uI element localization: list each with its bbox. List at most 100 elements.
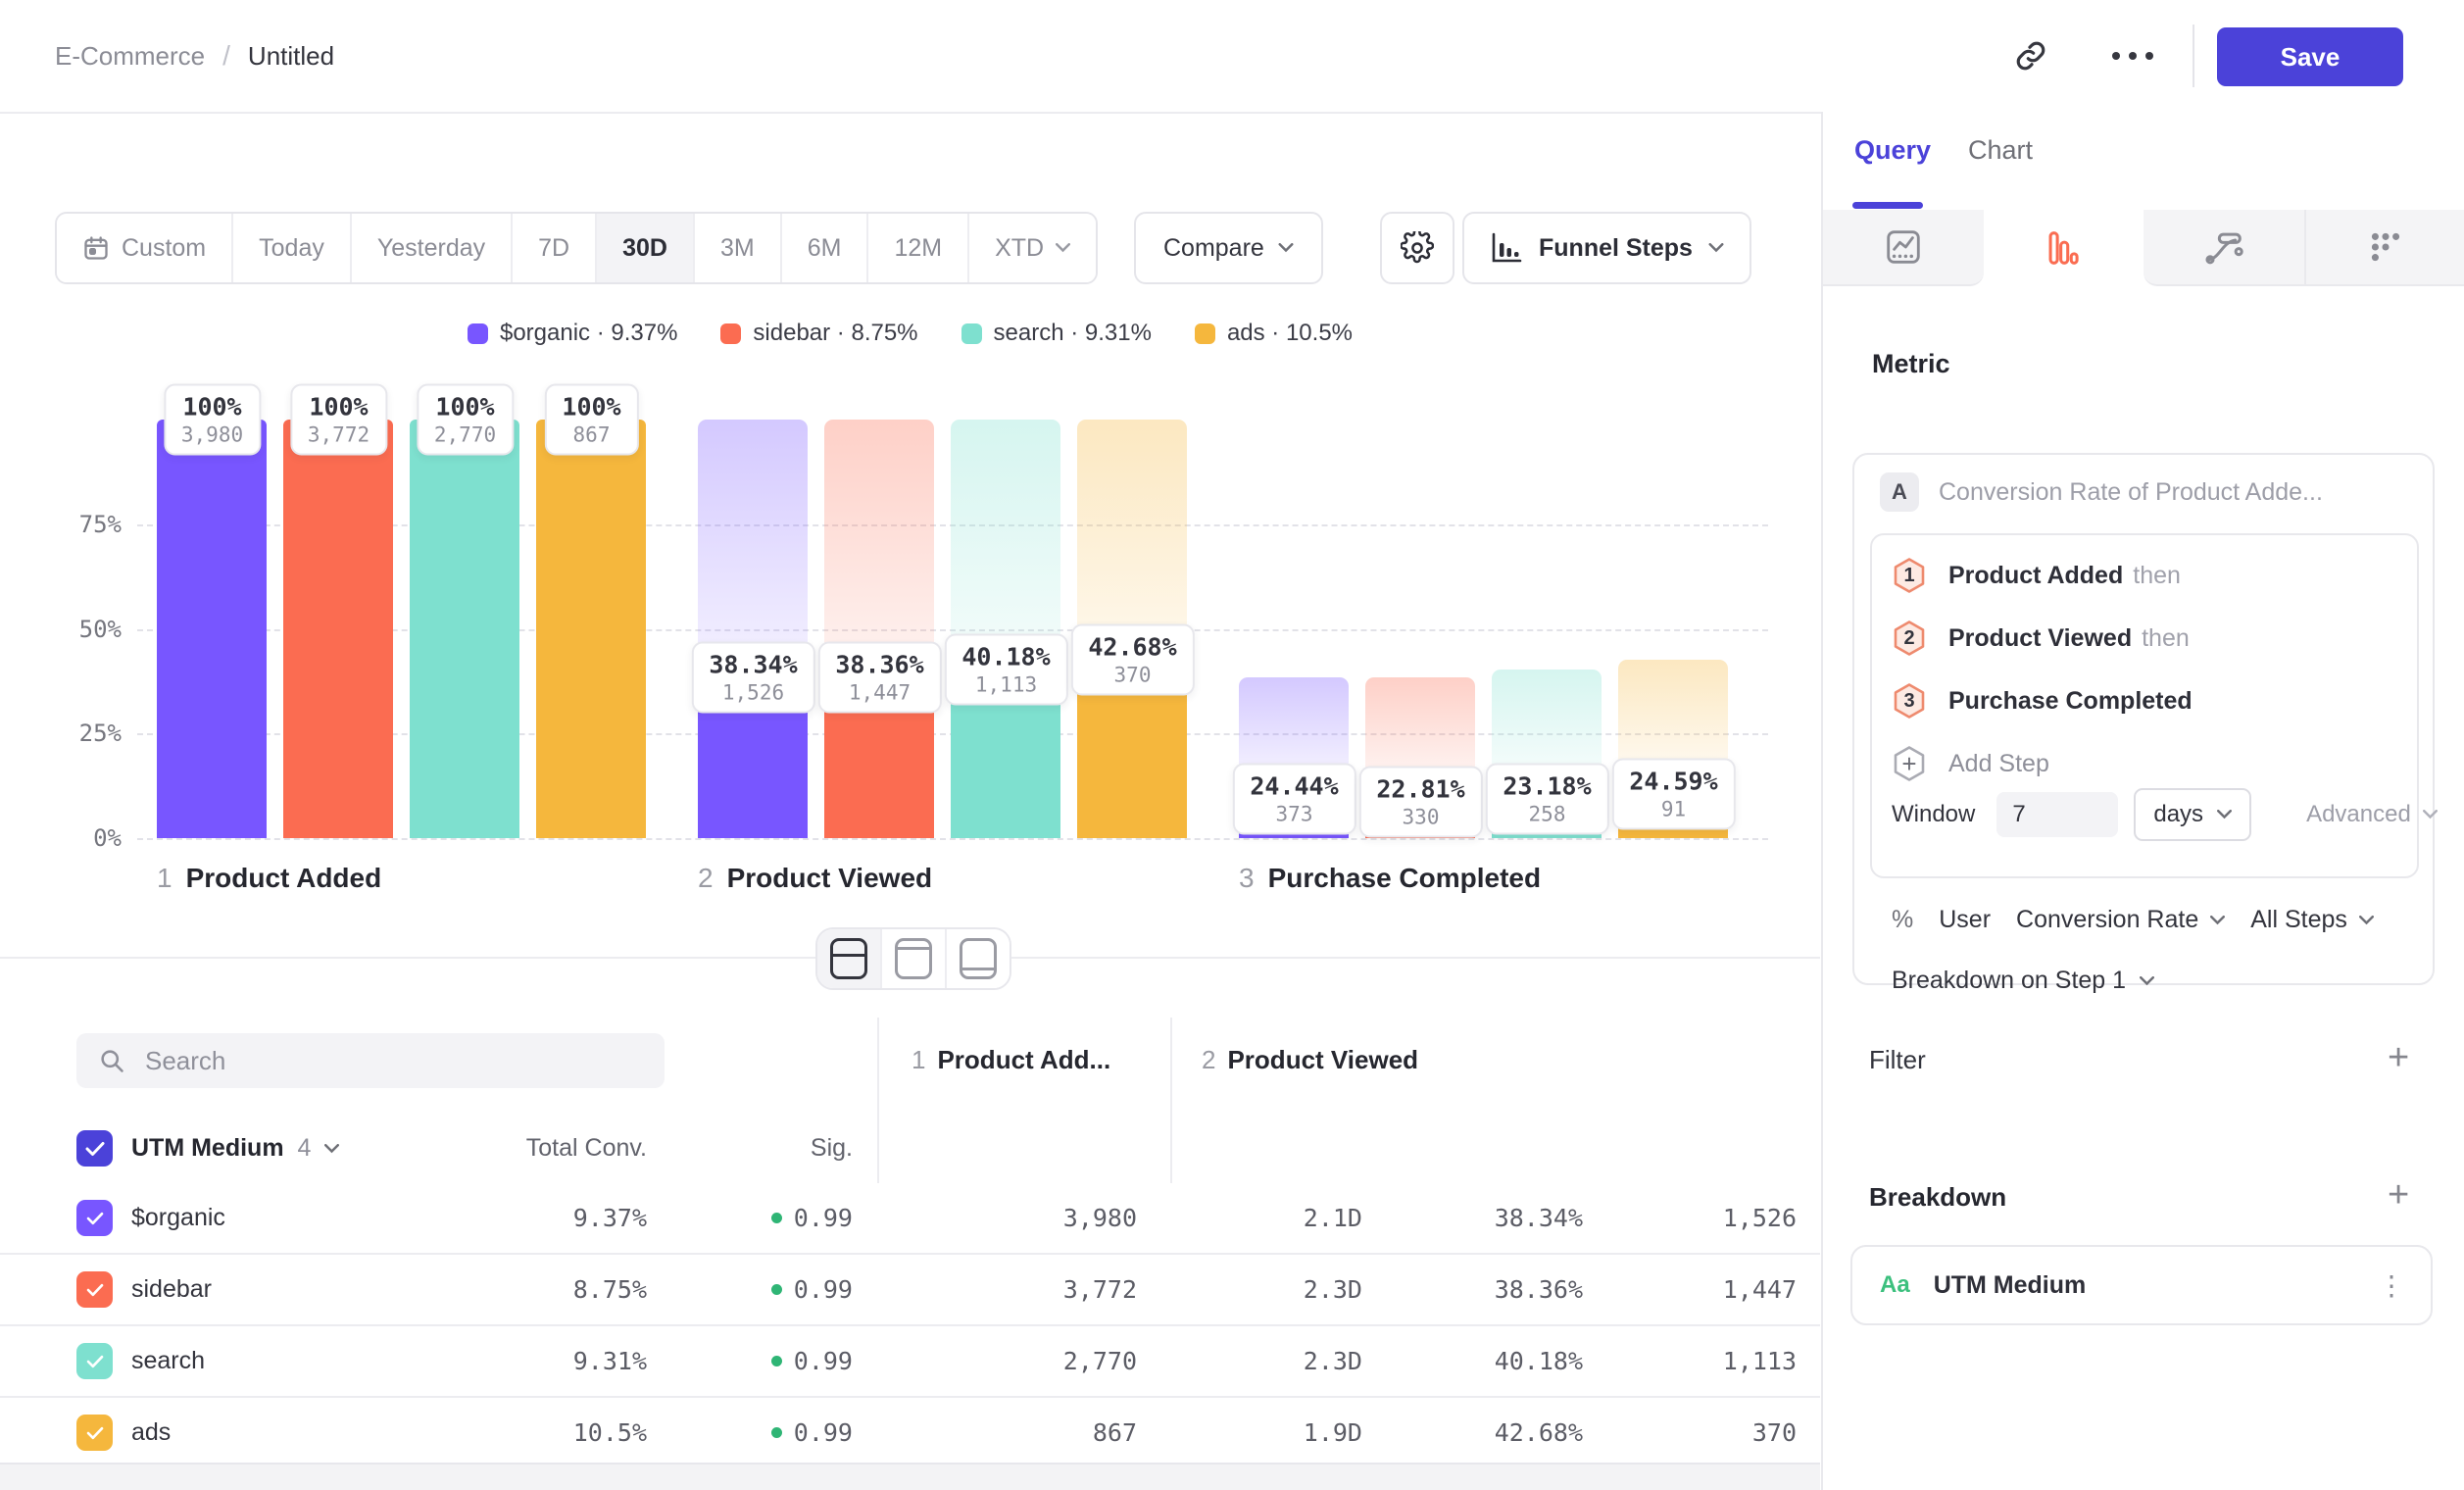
legend-item[interactable]: sidebar · 8.75% bbox=[720, 320, 917, 347]
funnel-bar-sidebar[interactable] bbox=[283, 420, 393, 838]
funnel-bar-ads[interactable] bbox=[536, 420, 646, 838]
row-step-value: 42.68% bbox=[1495, 1398, 1583, 1467]
panel-bottom-button[interactable] bbox=[947, 929, 1010, 988]
funnel-bar-search[interactable] bbox=[410, 420, 519, 838]
measure-prefix[interactable]: % bbox=[1892, 906, 1913, 934]
metric-title-row[interactable]: A Conversion Rate of Product Adde... bbox=[1880, 472, 2323, 512]
total-conv-column-header[interactable]: Total Conv. bbox=[526, 1114, 647, 1183]
breadcrumb-project[interactable]: E-Commerce bbox=[55, 41, 205, 72]
funnel-step-label: 1Product Added bbox=[157, 863, 381, 894]
split-horizontal-button[interactable] bbox=[817, 929, 882, 988]
report-tab-flows[interactable] bbox=[2144, 210, 2304, 286]
breakdown-on-step-dropdown[interactable]: Breakdown on Step 1 bbox=[1892, 967, 2154, 995]
legend-item[interactable]: ads · 10.5% bbox=[1195, 320, 1353, 347]
bar-count: 3,980 bbox=[181, 423, 243, 447]
breakdown-item-card[interactable]: Aa UTM Medium ⋮ bbox=[1850, 1245, 2433, 1325]
legend-item[interactable]: search · 9.31% bbox=[961, 320, 1152, 347]
table-row-ads[interactable]: ads10.5%0.998671.9D42.68%370 bbox=[0, 1398, 1820, 1469]
chart-settings-button[interactable] bbox=[1380, 212, 1454, 284]
select-all-checkbox[interactable] bbox=[76, 1130, 113, 1167]
report-tab-funnels[interactable] bbox=[1984, 210, 2144, 286]
row-step-value: 3,772 bbox=[1063, 1255, 1137, 1324]
range-label: Today bbox=[259, 234, 324, 263]
tab-chart[interactable]: Chart bbox=[1968, 135, 2033, 166]
measure-metric-dropdown[interactable]: Conversion Rate bbox=[2016, 906, 2225, 934]
bar-value-label: 100%3,772 bbox=[290, 384, 387, 456]
bar-value-label: 23.18%258 bbox=[1485, 764, 1608, 835]
save-button[interactable]: Save bbox=[2217, 27, 2403, 86]
window-value-input[interactable] bbox=[1996, 792, 2118, 837]
step-number-badge: 3 bbox=[1892, 683, 1927, 719]
compare-label: Compare bbox=[1163, 234, 1264, 263]
step-name: Purchase Completed bbox=[1268, 863, 1542, 894]
bar-slot-search: 100%2,770 bbox=[402, 420, 528, 838]
row-checkbox[interactable] bbox=[76, 1200, 113, 1236]
step-column-header[interactable]: 1Product Add... bbox=[912, 1045, 1110, 1075]
step-number: 2 bbox=[698, 863, 714, 894]
funnel-bar-$organic[interactable] bbox=[157, 420, 267, 838]
metric-step-1[interactable]: 1Product Addedthen bbox=[1892, 557, 2181, 594]
bar-percent: 23.18% bbox=[1503, 772, 1591, 801]
panel-top-button[interactable] bbox=[882, 929, 947, 988]
bar-slot-$organic: 38.34%1,526 bbox=[690, 420, 816, 838]
row-step-value: 867 bbox=[1093, 1398, 1137, 1467]
range-today-button[interactable]: Today bbox=[233, 214, 352, 282]
bar-slot-$organic: 24.44%373 bbox=[1231, 420, 1357, 838]
copy-link-button[interactable] bbox=[2007, 32, 2054, 79]
add-step-button[interactable]: +Add Step bbox=[1892, 745, 2049, 782]
row-checkbox[interactable] bbox=[76, 1271, 113, 1308]
legend-item[interactable]: $organic · 9.37% bbox=[468, 320, 677, 347]
breakdown-column-header[interactable]: UTM Medium 4 bbox=[131, 1114, 339, 1183]
range-3m-button[interactable]: 3M bbox=[695, 214, 782, 282]
panel-tabs: Query Chart bbox=[1823, 112, 2464, 210]
add-breakdown-button[interactable]: + bbox=[2388, 1176, 2409, 1214]
split-horizontal-icon bbox=[830, 938, 867, 979]
range-30d-button[interactable]: 30D bbox=[597, 214, 695, 282]
sig-column-header[interactable]: Sig. bbox=[811, 1114, 853, 1183]
check-icon bbox=[86, 1426, 104, 1440]
bar-count: 370 bbox=[1088, 663, 1176, 686]
report-tab-insights[interactable] bbox=[1823, 210, 1984, 286]
bar-slot-$organic: 100%3,980 bbox=[149, 420, 275, 838]
search-input[interactable] bbox=[143, 1045, 643, 1077]
row-significance: 0.99 bbox=[771, 1183, 853, 1253]
row-step-value: 2.1D bbox=[1304, 1183, 1362, 1253]
advanced-toggle[interactable]: Advanced bbox=[2306, 801, 2438, 828]
range-6m-button[interactable]: 6M bbox=[782, 214, 869, 282]
range-label: 7D bbox=[538, 234, 569, 263]
report-tab-retention[interactable] bbox=[2304, 210, 2464, 286]
legend-swatch bbox=[961, 323, 982, 344]
step-column-header[interactable]: 2Product Viewed bbox=[1202, 1045, 1418, 1075]
metric-step-3[interactable]: 3Purchase Completed bbox=[1892, 682, 2193, 720]
range-yesterday-button[interactable]: Yesterday bbox=[352, 214, 513, 282]
step-number-badge: 2 bbox=[1892, 621, 1927, 656]
tab-query[interactable]: Query bbox=[1854, 135, 1931, 166]
y-axis-tick: 25% bbox=[39, 720, 122, 747]
measure-scope-label: All Steps bbox=[2250, 906, 2347, 934]
bar-percent: 100% bbox=[308, 393, 370, 422]
measure-entity[interactable]: User bbox=[1939, 906, 1991, 934]
compare-button[interactable]: Compare bbox=[1134, 212, 1323, 284]
table-row-$organic[interactable]: $organic9.37%0.993,9802.1D38.34%1,526 bbox=[0, 1183, 1820, 1255]
table-row-sidebar[interactable]: sidebar8.75%0.993,7722.3D38.36%1,447 bbox=[0, 1255, 1820, 1326]
measure-scope-dropdown[interactable]: All Steps bbox=[2250, 906, 2374, 934]
table-row-search[interactable]: search9.31%0.992,7702.3D40.18%1,113 bbox=[0, 1326, 1820, 1398]
window-unit-select[interactable]: days bbox=[2134, 788, 2251, 841]
range-custom-button[interactable]: Custom bbox=[57, 214, 233, 282]
kebab-menu-icon[interactable]: ⋮ bbox=[2378, 1269, 2405, 1302]
row-checkbox[interactable] bbox=[76, 1415, 113, 1451]
more-options-button[interactable] bbox=[2109, 32, 2156, 79]
range-xtd-button[interactable]: XTD bbox=[969, 214, 1096, 282]
table-search[interactable] bbox=[76, 1033, 665, 1088]
bar-count: 373 bbox=[1250, 803, 1338, 826]
metric-step-2[interactable]: 2Product Viewedthen bbox=[1892, 620, 2190, 657]
range-12m-button[interactable]: 12M bbox=[868, 214, 969, 282]
breakdown-row-count: 4 bbox=[298, 1134, 312, 1163]
bottom-scroll-strip[interactable] bbox=[0, 1463, 1820, 1490]
bar-value-label: 24.44%373 bbox=[1232, 764, 1355, 835]
row-checkbox[interactable] bbox=[76, 1343, 113, 1379]
breadcrumb-report-title[interactable]: Untitled bbox=[248, 41, 334, 72]
add-filter-button[interactable]: + bbox=[2388, 1039, 2409, 1076]
range-7d-button[interactable]: 7D bbox=[513, 214, 597, 282]
chart-type-selector[interactable]: Funnel Steps bbox=[1462, 212, 1751, 284]
